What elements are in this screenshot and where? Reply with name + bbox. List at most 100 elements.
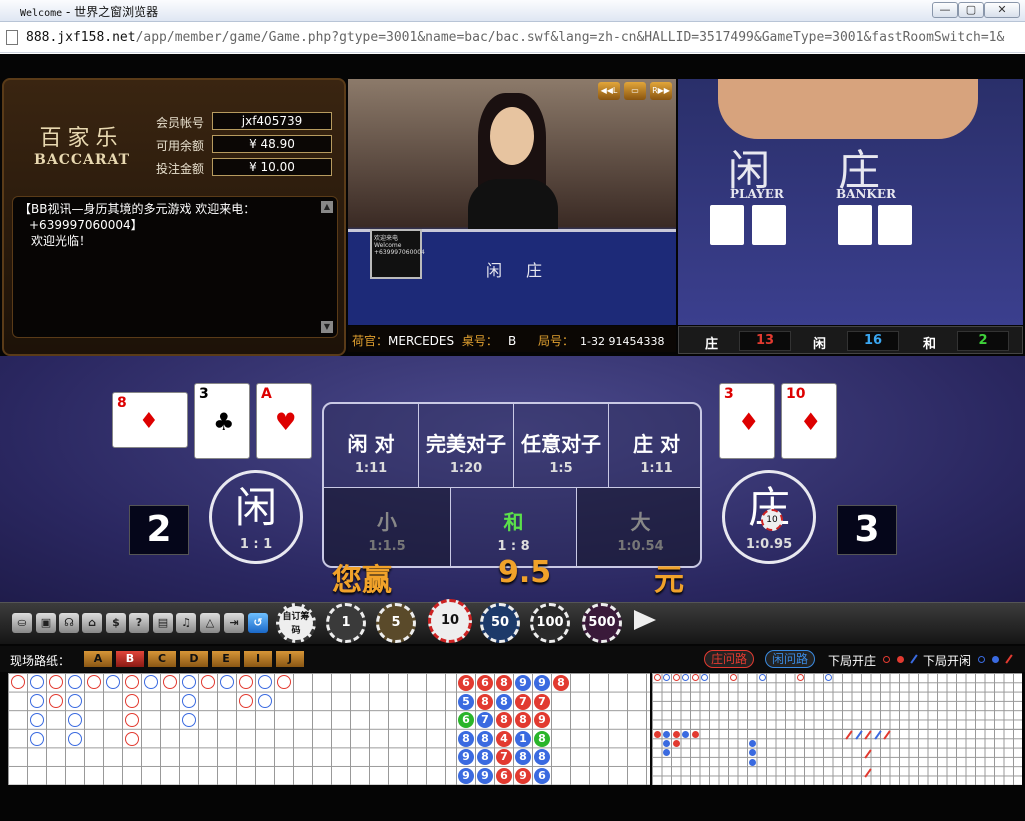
- road-header: 现场路纸： A B C D E I J 庄问路 闲问路 下局开庄 下局开闲: [0, 646, 1025, 672]
- bet-player-pair[interactable]: 闲 对 1:11: [324, 404, 419, 488]
- road-mark: [673, 740, 680, 747]
- chip-500[interactable]: 500: [582, 603, 622, 643]
- player-card-2: 3 ♣: [194, 383, 250, 459]
- history-icon[interactable]: ▤: [153, 613, 173, 633]
- maximize-button[interactable]: ▢: [958, 2, 984, 18]
- window-title: Welcome - 世界之窗浏览器: [20, 5, 159, 19]
- bead-mark: 8: [496, 712, 512, 729]
- road-mark: [692, 674, 699, 681]
- bet-value: ¥ 10.00: [212, 158, 332, 176]
- road-mark: [125, 713, 139, 727]
- video-left-icon[interactable]: ◀◀L: [598, 82, 620, 100]
- notice-line: +639997060004】: [29, 218, 143, 232]
- bead-mark: 4: [496, 730, 512, 747]
- next-banker-hint: 下局开庄: [828, 654, 877, 668]
- address-bar[interactable]: 888.jxf158.net/app/member/game/Game.php?…: [0, 23, 1025, 53]
- road-mark: [825, 674, 832, 681]
- banker-points: 3: [837, 505, 897, 555]
- video-window-icon[interactable]: ▭: [624, 82, 646, 100]
- road-mark: [182, 713, 196, 727]
- road-tab-b[interactable]: B: [116, 651, 144, 667]
- custom-chip[interactable]: 自订筹码: [276, 603, 316, 643]
- win-suffix: 元: [654, 563, 684, 598]
- road-mark: [11, 675, 25, 689]
- chip-50[interactable]: 50: [480, 603, 520, 643]
- lobby-icon[interactable]: ⌂: [82, 613, 102, 633]
- bet-banker-pair[interactable]: 庄 对 1:11: [609, 404, 700, 488]
- closeup-card: [710, 205, 744, 245]
- music-icon[interactable]: ♫: [176, 613, 196, 633]
- road-mark: [239, 675, 253, 689]
- bead-mark: 8: [534, 730, 550, 747]
- road-tab-e[interactable]: E: [212, 651, 240, 667]
- bet-label: 投注金额: [156, 162, 205, 176]
- road-tab-d[interactable]: D: [180, 651, 208, 667]
- bet-area: 闲 对 1:11 完美对子 1:20 任意对子 1:5 庄 对 1:11 小 1:1.5 …: [322, 402, 702, 568]
- road-tab-a[interactable]: A: [84, 651, 112, 667]
- road-mark: [30, 694, 44, 708]
- url-text[interactable]: 888.jxf158.net/app/member/game/Game.php?…: [26, 30, 1021, 45]
- video-icon[interactable]: ▣: [36, 613, 56, 633]
- refresh-icon[interactable]: ↺: [248, 613, 268, 633]
- chip-1[interactable]: 1: [326, 603, 366, 643]
- bead-mark: 7: [496, 749, 512, 766]
- bead-mark: 7: [477, 712, 493, 729]
- win-prefix: 您赢: [332, 563, 392, 598]
- rss-icon[interactable]: ☊: [59, 613, 79, 633]
- banker-count: 13: [739, 331, 791, 351]
- road-mark: [125, 675, 139, 689]
- video-right-icon[interactable]: R▶▶: [650, 82, 672, 100]
- road-mark: [673, 674, 680, 681]
- road-mark: [201, 675, 215, 689]
- closeup-card: [838, 205, 872, 245]
- road-mark: [182, 675, 196, 689]
- member-label: 会员帐号: [156, 116, 205, 130]
- exit-icon[interactable]: ⇥: [224, 613, 244, 633]
- road-mark: [883, 730, 891, 740]
- bead-mark: 6: [534, 768, 550, 784]
- card-closeup-video: 闲 庄 PLAYER BANKER: [678, 79, 1023, 325]
- bet-banker[interactable]: 庄 1:0.95 10: [722, 470, 816, 564]
- road-mark: [663, 674, 670, 681]
- bet-perfect-pair[interactable]: 完美对子 1:20: [419, 404, 514, 488]
- banker-ring-icon: [883, 656, 890, 663]
- help-icon[interactable]: ?: [129, 613, 149, 633]
- bead-mark: 8: [477, 730, 493, 747]
- money-icon[interactable]: $: [106, 613, 126, 633]
- banker-ask-road-button[interactable]: 庄问路: [704, 650, 755, 668]
- scroll-down-icon[interactable]: ▼: [321, 321, 333, 333]
- road-tab-i[interactable]: I: [244, 651, 272, 667]
- bet-any-pair[interactable]: 任意对子 1:5: [514, 404, 609, 488]
- page-icon: [6, 30, 18, 45]
- win-amount: 9.5: [498, 555, 552, 590]
- score-bar: 庄 13 闲 16 和 2: [678, 326, 1023, 354]
- player-ring-icon: [978, 656, 985, 663]
- road-tab-c[interactable]: C: [148, 651, 176, 667]
- chip-100[interactable]: 100: [530, 603, 570, 643]
- road-mark: [49, 694, 63, 708]
- warning-icon[interactable]: △: [200, 613, 220, 633]
- bead-mark: 7: [534, 693, 550, 710]
- road-tab-j[interactable]: J: [276, 651, 304, 667]
- road-mark: [730, 674, 737, 681]
- bead-mark: 9: [534, 675, 550, 691]
- cashier-icon[interactable]: ⛀: [12, 613, 32, 633]
- road-mark: [125, 732, 139, 746]
- player-ask-road-button[interactable]: 闲问路: [765, 650, 816, 668]
- chip-5[interactable]: 5: [376, 603, 416, 643]
- member-value: jxf405739: [212, 112, 332, 130]
- road-mark: [692, 731, 699, 738]
- minimize-button[interactable]: —: [932, 2, 958, 18]
- scroll-up-icon[interactable]: ▲: [321, 201, 333, 213]
- bet-player[interactable]: 闲1 : 1: [209, 470, 303, 564]
- chip-10-selected[interactable]: 10: [428, 599, 472, 643]
- bead-mark: 9: [515, 768, 531, 784]
- road-mark: [864, 730, 872, 740]
- banker-slash-icon: [910, 654, 918, 664]
- road-mark: [30, 713, 44, 727]
- bead-mark: 7: [515, 693, 531, 710]
- player-slash-icon: [1005, 654, 1013, 664]
- close-button[interactable]: ✕: [984, 2, 1020, 18]
- big-road-grid: [8, 673, 456, 785]
- title-bar: Welcome - 世界之窗浏览器 — ▢ ✕: [0, 0, 1025, 22]
